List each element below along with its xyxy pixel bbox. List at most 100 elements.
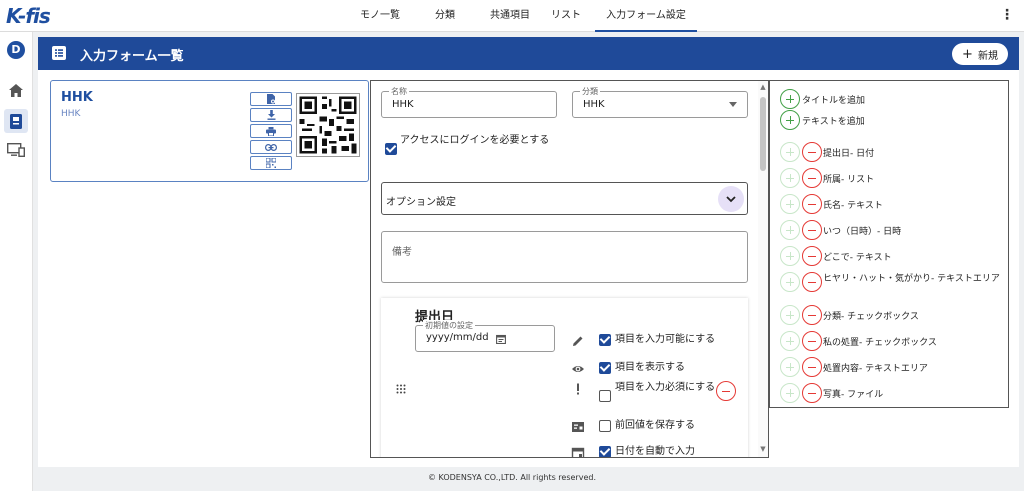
page-title: 入力フォーム一覧 [80, 49, 184, 64]
add-field-button[interactable] [780, 142, 800, 162]
remove-field-button[interactable] [802, 383, 822, 403]
remove-field-button[interactable] [802, 305, 822, 325]
remove-field-button[interactable] [802, 168, 822, 188]
save-previous-checkbox[interactable] [599, 420, 611, 432]
file-settings-icon [266, 94, 275, 104]
editable-checkbox[interactable] [599, 334, 611, 346]
card-file-button[interactable] [250, 92, 292, 106]
auto-date-checkbox[interactable] [599, 446, 611, 457]
more-vert-icon[interactable]: ⋮ [1000, 7, 1014, 23]
form-card[interactable]: HHK HHK [50, 80, 369, 182]
field-label: 私の処置- チェックボックス [823, 338, 937, 348]
add-field-button[interactable] [780, 357, 800, 377]
remove-field-button[interactable] [802, 272, 822, 292]
tab-category[interactable]: 分類 [425, 0, 465, 32]
login-required-checkbox[interactable] [385, 143, 397, 155]
card-link-button[interactable] [250, 140, 292, 154]
add-field-button[interactable] [780, 331, 800, 351]
auto-date-label: 日付を自動で入力 [615, 446, 695, 457]
add-field-button[interactable] [780, 246, 800, 266]
add-title-button[interactable] [780, 89, 800, 109]
remove-item-button[interactable] [716, 381, 736, 401]
required-checkbox[interactable] [599, 390, 611, 402]
top-navigation: モノ一覧 分類 共通項目 リスト 入力フォーム設定 [0, 0, 1024, 32]
save-form-icon [572, 422, 584, 432]
field-label: 処置内容- テキストエリア [823, 364, 928, 374]
tab-lists[interactable]: リスト [544, 0, 588, 32]
palette-field: いつ（日時）- 日時 [770, 220, 1008, 242]
field-label: 提出日- 日付 [823, 149, 875, 159]
palette-field: 所属- リスト [770, 168, 1008, 190]
home-icon[interactable] [4, 78, 28, 102]
field-label: いつ（日時）- 日時 [823, 227, 902, 237]
required-label: 項目を入力必須にする [615, 382, 716, 393]
tab-items[interactable]: モノ一覧 [350, 0, 410, 32]
card-download-button[interactable] [250, 108, 292, 122]
form-editor[interactable]: 名称 HHK 分類 HHK アクセスにログインを必要とする オプション設定 備考… [370, 80, 769, 458]
initial-date-placeholder: yyyy/mm/dd [426, 332, 489, 343]
form-book-icon[interactable] [4, 109, 28, 133]
name-field-label: 名称 [389, 86, 409, 97]
qr-code-image [296, 93, 360, 157]
remove-field-button[interactable] [802, 220, 822, 240]
options-accordion[interactable]: オプション設定 [381, 182, 748, 215]
add-field-button[interactable] [780, 305, 800, 325]
save-previous-label: 前回値を保存する [615, 420, 695, 431]
remove-field-button[interactable] [802, 357, 822, 377]
options-label: オプション設定 [386, 197, 456, 208]
tab-common-fields[interactable]: 共通項目 [478, 0, 542, 32]
expand-options-button[interactable] [718, 186, 744, 212]
card-print-button[interactable] [250, 124, 292, 138]
panel-header: 入力フォーム一覧 + 新規 [38, 37, 1019, 70]
print-icon [266, 126, 276, 136]
eye-icon [572, 366, 584, 372]
add-text-label: テキストを追加 [802, 117, 865, 127]
pencil-icon [573, 336, 583, 346]
remove-field-button[interactable] [802, 142, 822, 162]
rail-brand[interactable]: D [4, 38, 28, 62]
field-label: ヒヤリ・ハット・気がかり- テキストエリア [823, 274, 1000, 284]
add-field-button[interactable] [780, 383, 800, 403]
add-field-button[interactable] [780, 168, 800, 188]
category-select[interactable]: 分類 HHK [572, 86, 748, 118]
side-rail: D [0, 32, 33, 491]
palette-field: ヒヤリ・ハット・気がかり- テキストエリア [770, 272, 1008, 300]
devices-icon[interactable] [4, 138, 28, 162]
event-note-icon[interactable] [496, 334, 506, 344]
link-icon [265, 143, 277, 151]
palette-field: どこで- テキスト [770, 246, 1008, 268]
scroll-down-arrow-icon[interactable]: ▼ [759, 445, 767, 453]
remove-field-button[interactable] [802, 331, 822, 351]
new-form-button[interactable]: + 新規 [952, 43, 1008, 65]
editor-scrollbar[interactable]: ▲ ▼ [758, 81, 768, 457]
initial-date-field[interactable]: 初期値の設定 yyyy/mm/dd [415, 320, 555, 352]
qr-code-icon [266, 158, 276, 168]
palette-field: 分類- チェックボックス [770, 305, 1008, 327]
dropdown-caret-icon [729, 102, 737, 107]
brand-badge: D [7, 41, 25, 59]
name-field[interactable]: 名称 HHK [381, 86, 557, 118]
download-icon [267, 110, 275, 120]
add-text-button[interactable] [780, 110, 800, 130]
scroll-up-arrow-icon[interactable]: ▲ [759, 83, 767, 91]
scrollbar-thumb[interactable] [760, 97, 766, 171]
remarks-field[interactable]: 備考 [381, 231, 748, 283]
add-field-button[interactable] [780, 220, 800, 240]
add-field-button[interactable] [780, 194, 800, 214]
field-label: 所属- リスト [823, 175, 875, 185]
initial-date-label: 初期値の設定 [423, 320, 475, 331]
remove-field-button[interactable] [802, 246, 822, 266]
category-select-value: HHK [583, 99, 605, 110]
tab-input-form-settings[interactable]: 入力フォーム設定 [595, 0, 697, 32]
remove-field-button[interactable] [802, 194, 822, 214]
drag-handle-icon[interactable] [396, 384, 406, 394]
add-field-button[interactable] [780, 272, 800, 292]
field-label: どこで- テキスト [823, 253, 892, 263]
remarks-placeholder: 備考 [392, 247, 412, 258]
add-title-label: タイトルを追加 [802, 96, 866, 106]
card-qr-button[interactable] [250, 156, 292, 170]
palette-field: 私の処置- チェックボックス [770, 331, 1008, 353]
list-icon [52, 46, 66, 60]
editable-label: 項目を入力可能にする [615, 334, 716, 345]
visible-checkbox[interactable] [599, 362, 611, 374]
